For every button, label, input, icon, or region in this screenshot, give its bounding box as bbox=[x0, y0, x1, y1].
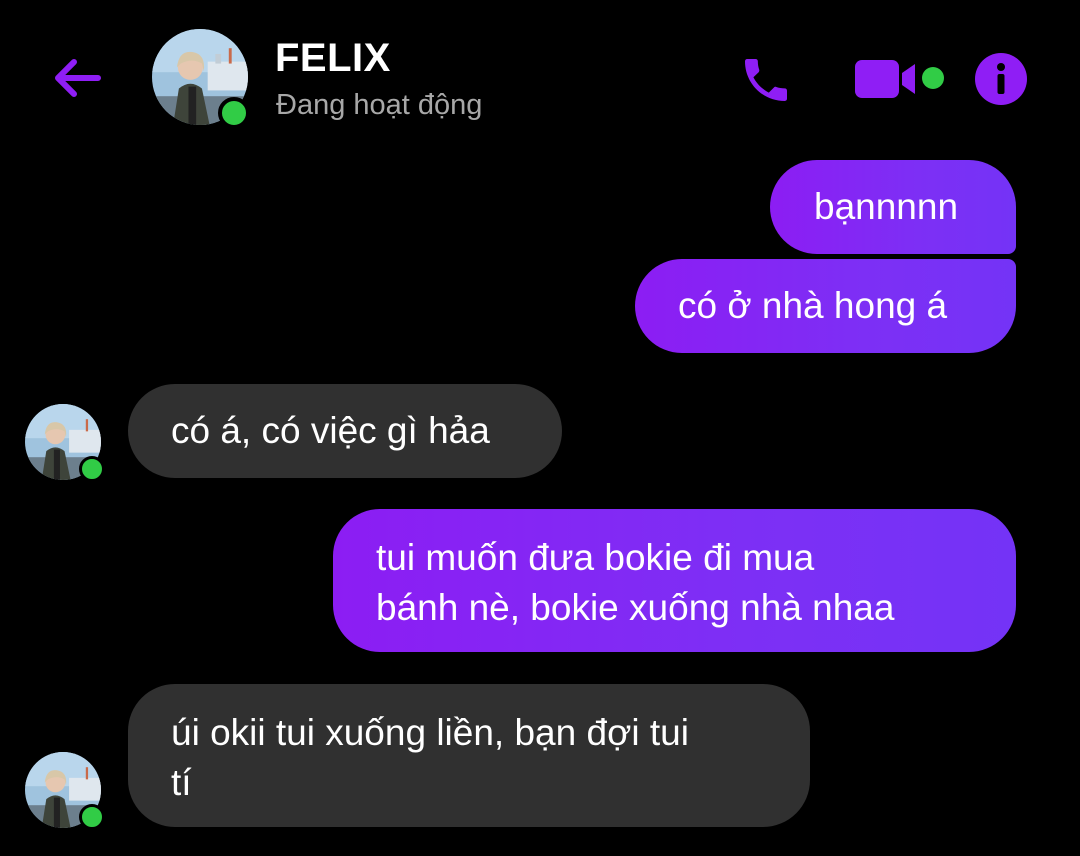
contact-avatar[interactable] bbox=[152, 29, 250, 129]
contact-name[interactable]: FELIX bbox=[275, 36, 391, 81]
active-status: Đang hoạt động bbox=[276, 89, 483, 121]
video-active-dot bbox=[922, 67, 944, 89]
outgoing-message[interactable]: bạnnnnn bbox=[770, 160, 1016, 254]
info-icon bbox=[975, 53, 1027, 105]
outgoing-message[interactable]: tui muốn đưa bokie đi mua bánh nè, bokie… bbox=[333, 509, 1016, 652]
info-button[interactable] bbox=[972, 50, 1030, 108]
message-text-line: bánh nè, bokie xuống nhà nhaa bbox=[376, 587, 895, 628]
phone-icon bbox=[745, 59, 787, 101]
online-indicator bbox=[218, 97, 250, 129]
chat-header: FELIX Đang hoạt động bbox=[0, 0, 1080, 150]
video-camera-icon bbox=[855, 60, 915, 98]
online-indicator bbox=[79, 804, 105, 830]
message-text: có ở nhà hong á bbox=[678, 285, 948, 326]
message-text-line: tí bbox=[171, 762, 192, 803]
video-call-button[interactable] bbox=[850, 54, 920, 104]
voice-call-button[interactable] bbox=[736, 50, 796, 110]
outgoing-message[interactable]: có ở nhà hong á bbox=[635, 259, 1016, 353]
back-button[interactable] bbox=[44, 48, 108, 108]
sender-avatar[interactable] bbox=[25, 404, 105, 482]
sender-avatar[interactable] bbox=[25, 752, 105, 830]
message-text-line: tui muốn đưa bokie đi mua bbox=[376, 537, 815, 578]
incoming-message[interactable]: có á, có việc gì hảa bbox=[128, 384, 562, 478]
arrow-left-icon bbox=[55, 59, 101, 97]
message-text-line: úi okii tui xuống liền, bạn đợi tui bbox=[171, 712, 689, 753]
incoming-message[interactable]: úi okii tui xuống liền, bạn đợi tui tí bbox=[128, 684, 810, 827]
message-text: bạnnnnn bbox=[814, 186, 959, 227]
online-indicator bbox=[79, 456, 105, 482]
message-text: có á, có việc gì hảa bbox=[171, 410, 490, 451]
